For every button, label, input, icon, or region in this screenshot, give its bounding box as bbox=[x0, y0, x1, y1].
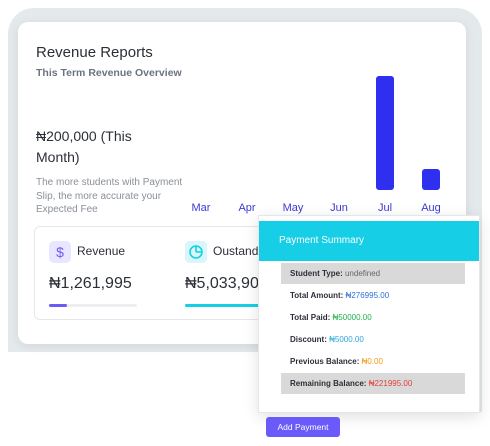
report-title: Revenue Reports bbox=[36, 44, 153, 61]
revenue-label: Revenue bbox=[77, 244, 126, 258]
revenue-progress bbox=[49, 304, 137, 307]
summary-row-label: Previous Balance: bbox=[290, 357, 360, 366]
summary-row-value: ₦50000.00 bbox=[330, 313, 372, 322]
x-tick-label-jul: Jul bbox=[377, 202, 393, 214]
summary-row-label: Student Type: bbox=[290, 269, 343, 278]
x-tick-label-aug: Aug bbox=[421, 202, 441, 214]
payment-summary-modal: Payment Summary Student Type: undefined T… bbox=[258, 215, 480, 413]
background-cutout bbox=[0, 352, 258, 446]
summary-row: Remaining Balance: ₦221995.00 bbox=[281, 373, 465, 394]
x-tick-label-apr: Apr bbox=[238, 202, 256, 214]
x-tick-label-mar: Mar bbox=[191, 202, 211, 214]
pie-chart-icon bbox=[185, 241, 207, 263]
month-amount: ₦200,000 (This Month) bbox=[36, 128, 132, 165]
revenue-progress-fill bbox=[49, 304, 67, 307]
summary-row-value: ₦221995.00 bbox=[366, 379, 413, 388]
svg-text:$: $ bbox=[56, 244, 64, 260]
outstanding-value: ₦5,033,90 bbox=[185, 275, 259, 292]
dollar-icon: $ bbox=[49, 241, 71, 263]
summary-row: Previous Balance: ₦0.00 bbox=[281, 351, 465, 372]
payment-summary-title: Payment Summary bbox=[259, 221, 479, 261]
bar-jul bbox=[376, 76, 394, 190]
summary-row-label: Discount: bbox=[290, 335, 327, 344]
summary-row-label: Total Paid: bbox=[290, 313, 331, 322]
x-tick-label-jun: Jun bbox=[330, 202, 348, 214]
bar-aug bbox=[422, 169, 440, 190]
revenue-value: ₦1,261,995 bbox=[49, 275, 132, 292]
summary-row-value: ₦276995.00 bbox=[343, 291, 390, 300]
summary-row-label: Remaining Balance: bbox=[290, 379, 367, 388]
report-subtitle: This Term Revenue Overview bbox=[36, 67, 182, 79]
summary-row-label: Total Amount: bbox=[290, 291, 344, 300]
add-payment-button[interactable]: Add Payment bbox=[266, 417, 340, 437]
summary-row-value: undefined bbox=[342, 269, 381, 278]
summary-row: Discount: ₦5000.00 bbox=[281, 329, 465, 350]
summary-row: Student Type: undefined bbox=[281, 263, 465, 284]
report-description: The more students with Payment Slip, the… bbox=[36, 177, 183, 215]
summary-row-value: ₦5000.00 bbox=[326, 335, 364, 344]
summary-row: Total Amount: ₦276995.00 bbox=[281, 285, 465, 306]
summary-row-value: ₦0.00 bbox=[359, 357, 383, 366]
x-tick-label-may: May bbox=[282, 202, 304, 214]
summary-row: Total Paid: ₦50000.00 bbox=[281, 307, 465, 328]
